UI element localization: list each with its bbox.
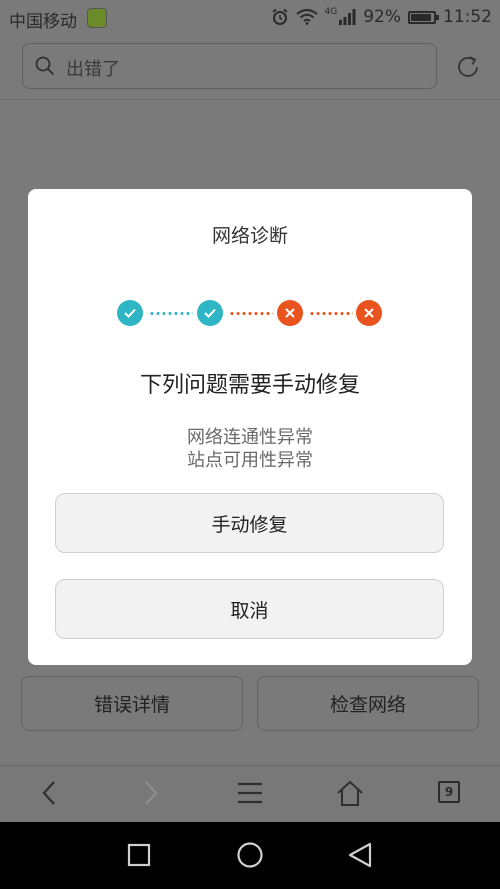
tabs-button[interactable]: 9 bbox=[438, 781, 460, 803]
battery-level bbox=[411, 13, 432, 21]
status-indicators: 4G 92% 11:52 bbox=[271, 7, 492, 27]
wifi-icon bbox=[295, 9, 318, 25]
step-1-status bbox=[117, 300, 143, 326]
error-details-button[interactable]: 错误详情 bbox=[21, 676, 243, 731]
battery-percent: 92% bbox=[363, 7, 401, 27]
network-type-label: 4G bbox=[324, 7, 338, 17]
step-2-status bbox=[197, 300, 223, 326]
step-connector-3 bbox=[309, 312, 353, 315]
x-icon bbox=[285, 308, 295, 318]
home-nav-icon[interactable] bbox=[236, 841, 264, 869]
step-3-status bbox=[277, 300, 303, 326]
status-bar: 中国移动 4G 92% 11:52 bbox=[0, 0, 500, 34]
check-icon bbox=[204, 308, 216, 318]
signal-icon bbox=[339, 9, 356, 25]
issue-item: 站点可用性异常 bbox=[187, 450, 313, 471]
step-connector-2 bbox=[229, 312, 273, 315]
carrier-name: 中国移动 bbox=[9, 12, 77, 32]
recent-apps-icon[interactable] bbox=[127, 843, 151, 867]
search-icon bbox=[35, 56, 55, 76]
step-connector-1 bbox=[149, 312, 193, 315]
step-4-status bbox=[356, 300, 382, 326]
cancel-button[interactable]: 取消 bbox=[55, 579, 444, 639]
dialog-heading: 下列问题需要手动修复 bbox=[139, 373, 360, 398]
battery-icon bbox=[408, 10, 439, 24]
home-icon[interactable] bbox=[336, 779, 364, 807]
dialog-title: 网络诊断 bbox=[211, 225, 288, 247]
back-icon[interactable] bbox=[38, 779, 62, 807]
address-text[interactable]: 出错了 bbox=[66, 55, 120, 81]
check-icon bbox=[124, 308, 136, 318]
clock: 11:52 bbox=[443, 7, 492, 27]
refresh-icon[interactable] bbox=[455, 54, 481, 80]
back-nav-icon[interactable] bbox=[347, 842, 373, 868]
alarm-icon bbox=[271, 8, 288, 25]
menu-icon[interactable] bbox=[237, 779, 263, 807]
manual-fix-button[interactable]: 手动修复 bbox=[55, 493, 444, 553]
header-divider bbox=[0, 99, 500, 100]
forward-icon[interactable] bbox=[138, 779, 162, 807]
x-icon bbox=[364, 308, 374, 318]
app-notification-icon bbox=[87, 8, 107, 28]
check-network-button[interactable]: 检查网络 bbox=[257, 676, 479, 731]
